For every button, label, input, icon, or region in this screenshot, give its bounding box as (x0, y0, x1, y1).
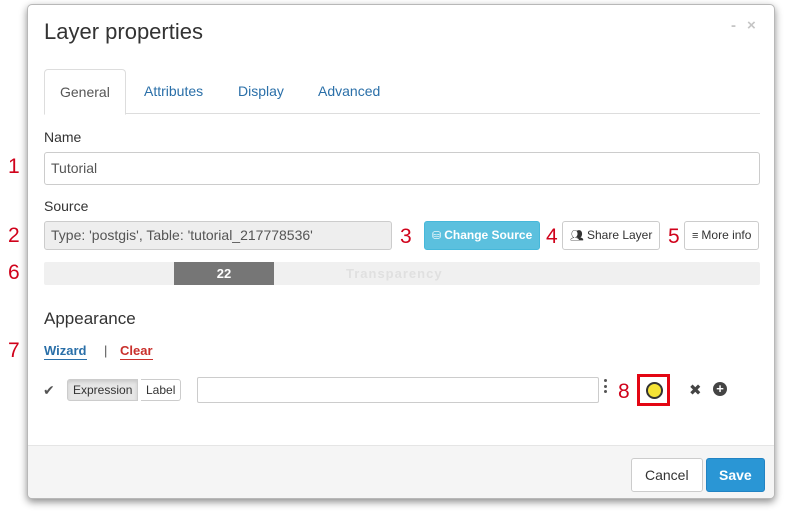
share-layer-label: Share Layer (586, 228, 653, 242)
annotation-1: 1 (8, 155, 20, 178)
annotation-7: 7 (8, 339, 20, 362)
annotation-4: 4 (546, 225, 558, 248)
annotation-2: 2 (8, 224, 20, 247)
name-input[interactable]: Tutorial (44, 152, 760, 185)
share-layer-button[interactable]: 👥︎ Share Layer (562, 221, 661, 250)
change-source-label: Change Source (444, 228, 533, 242)
appearance-title: Appearance (44, 309, 136, 328)
source-field: Type: 'postgis', Table: 'tutorial_217778… (44, 221, 392, 250)
annotation-6: 6 (8, 261, 20, 284)
point-style-icon[interactable] (646, 382, 663, 399)
link-separator: | (104, 343, 108, 358)
more-info-label: More info (701, 228, 752, 242)
transparency-handle[interactable]: 22 (174, 262, 274, 285)
name-label: Name (44, 129, 82, 145)
more-info-button[interactable]: ≡ More info (684, 221, 760, 250)
annotation-3: 3 (400, 225, 412, 248)
style-preview-highlight[interactable] (637, 374, 670, 406)
close-icon[interactable]: ✖ (689, 381, 702, 399)
rule-expression-input[interactable] (197, 377, 599, 403)
wizard-link[interactable]: Wizard (44, 343, 87, 360)
source-label: Source (44, 198, 89, 214)
tab-general[interactable]: General (44, 69, 126, 115)
users-icon: 👥︎ (570, 230, 584, 242)
tab-display[interactable]: Display (238, 69, 284, 114)
plus-circle-icon[interactable]: + (713, 382, 727, 396)
minimize-icon[interactable]: - (731, 17, 736, 34)
annotation-8: 8 (618, 380, 630, 403)
dialog-title: Layer properties (44, 19, 203, 44)
clear-link[interactable]: Clear (120, 343, 153, 360)
change-source-button[interactable]: ⛁ Change Source (424, 221, 541, 250)
list-icon: ≡ (692, 230, 699, 242)
save-button[interactable]: Save (706, 458, 765, 492)
dialog-footer: Cancel Save (28, 445, 774, 498)
database-icon: ⛁ (432, 230, 442, 242)
kebab-icon[interactable] (603, 379, 607, 393)
transparency-label: Transparency (346, 266, 443, 281)
layer-properties-dialog: Layer properties - × General Attributes … (27, 4, 775, 499)
close-icon[interactable]: × (747, 17, 756, 34)
expression-toggle[interactable]: Expression (67, 379, 139, 401)
tab-attributes[interactable]: Attributes (144, 69, 203, 114)
transparency-slider[interactable]: 22 Transparency (44, 262, 760, 285)
label-toggle[interactable]: Label (141, 379, 182, 401)
annotation-5: 5 (668, 225, 680, 248)
tab-bar: General Attributes Display Advanced (44, 69, 760, 115)
cancel-button[interactable]: Cancel (631, 458, 703, 492)
check-icon[interactable]: ✔ (43, 382, 55, 399)
tab-advanced[interactable]: Advanced (318, 69, 380, 114)
